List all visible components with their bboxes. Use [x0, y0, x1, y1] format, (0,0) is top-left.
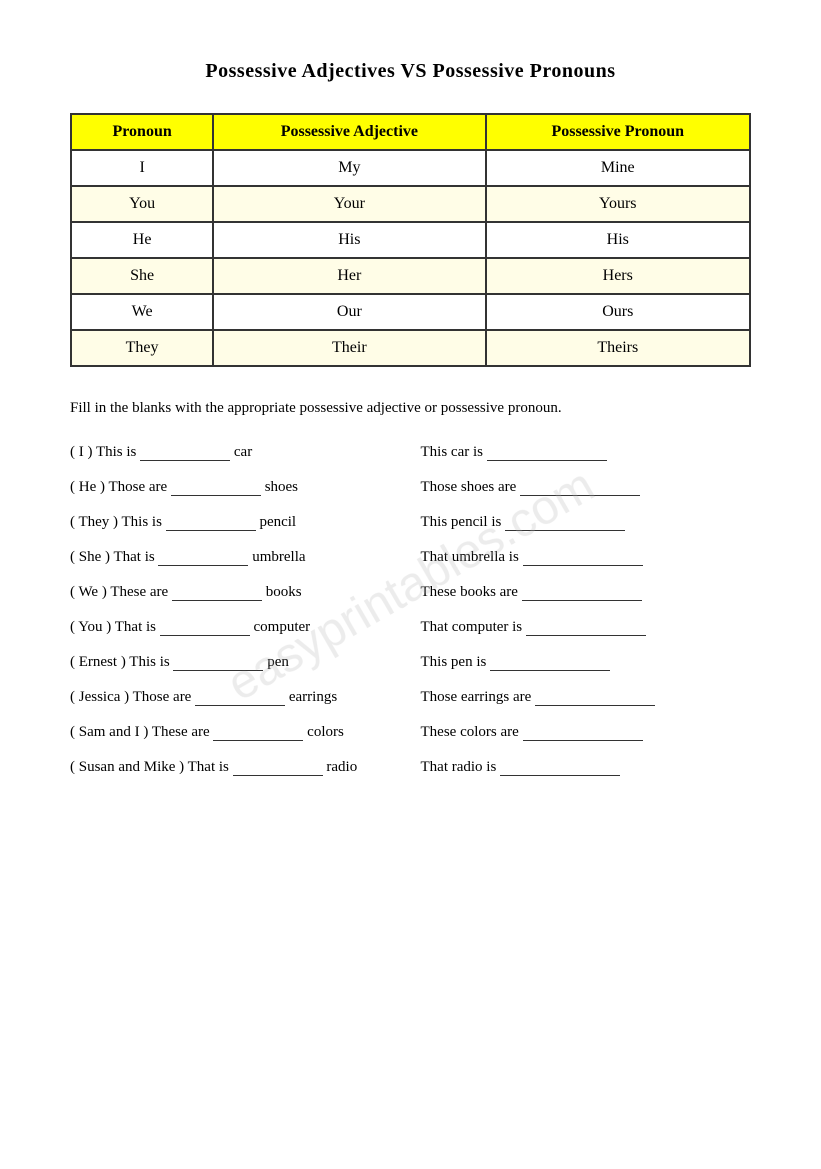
exercise-right: This pen is [421, 654, 752, 671]
blank-line [523, 726, 643, 741]
exercise-right: Those earrings are [421, 689, 752, 706]
table-row: WeOurOurs [71, 294, 750, 330]
exercise-row: ( We ) These are books These books are [70, 584, 751, 601]
exercise-right: That radio is [421, 759, 752, 776]
table-cell: Their [213, 330, 485, 366]
blank-line [487, 446, 607, 461]
blank-line [233, 761, 323, 776]
exercise-right: This car is [421, 444, 752, 461]
exercise-row: ( I ) This is car This car is [70, 444, 751, 461]
blank-line [195, 691, 285, 706]
exercise-row: ( They ) This is pencil This pencil is [70, 514, 751, 531]
blank-line [500, 761, 620, 776]
table-cell: His [486, 222, 750, 258]
exercise-left: ( They ) This is pencil [70, 514, 401, 531]
exercise-row: ( He ) Those are shoes Those shoes are [70, 479, 751, 496]
table-cell: Your [213, 186, 485, 222]
blank-line [520, 481, 640, 496]
table-row: TheyTheirTheirs [71, 330, 750, 366]
table-header: Possessive Adjective [213, 114, 485, 150]
table-header: Possessive Pronoun [486, 114, 750, 150]
table-cell: Her [213, 258, 485, 294]
exercise-right: These colors are [421, 724, 752, 741]
exercise-left: ( We ) These are books [70, 584, 401, 601]
table-cell: Our [213, 294, 485, 330]
exercise-row: ( Susan and Mike ) That is radio That rad… [70, 759, 751, 776]
exercise-row: ( She ) That is umbrella That umbrella is [70, 549, 751, 566]
blank-line [171, 481, 261, 496]
exercise-row: ( Sam and I ) These are colors These colo… [70, 724, 751, 741]
instructions-text: Fill in the blanks with the appropriate … [70, 397, 751, 420]
table-cell: Hers [486, 258, 750, 294]
blank-line [166, 516, 256, 531]
blank-line [213, 726, 303, 741]
table-header: Pronoun [71, 114, 213, 150]
table-cell: They [71, 330, 213, 366]
exercise-right: This pencil is [421, 514, 752, 531]
blank-line [140, 446, 230, 461]
exercise-right: That umbrella is [421, 549, 752, 566]
blank-line [526, 621, 646, 636]
table-cell: We [71, 294, 213, 330]
blank-line [522, 586, 642, 601]
grammar-table: PronounPossessive AdjectivePossessive Pr… [70, 113, 751, 367]
exercise-left: ( Ernest ) This is pen [70, 654, 401, 671]
blank-line [535, 691, 655, 706]
blank-line [158, 551, 248, 566]
exercise-right: These books are [421, 584, 752, 601]
page-title: Possessive Adjectives VS Possessive Pron… [70, 60, 751, 83]
exercise-row: ( Jessica ) Those are earrings Those earr… [70, 689, 751, 706]
blank-line [523, 551, 643, 566]
table-row: HeHisHis [71, 222, 750, 258]
exercise-right: Those shoes are [421, 479, 752, 496]
table-cell: She [71, 258, 213, 294]
table-cell: His [213, 222, 485, 258]
table-row: SheHerHers [71, 258, 750, 294]
table-cell: You [71, 186, 213, 222]
blank-line [173, 656, 263, 671]
table-row: YouYourYours [71, 186, 750, 222]
exercise-right: That computer is [421, 619, 752, 636]
table-cell: Ours [486, 294, 750, 330]
table-row: IMyMine [71, 150, 750, 186]
blank-line [505, 516, 625, 531]
exercise-left: ( She ) That is umbrella [70, 549, 401, 566]
exercise-left: ( He ) Those are shoes [70, 479, 401, 496]
exercise-left: ( I ) This is car [70, 444, 401, 461]
exercise-left: ( Susan and Mike ) That is radio [70, 759, 401, 776]
table-cell: Mine [486, 150, 750, 186]
exercise-row: ( You ) That is computer That computer is [70, 619, 751, 636]
table-cell: Yours [486, 186, 750, 222]
blank-line [172, 586, 262, 601]
table-cell: I [71, 150, 213, 186]
exercise-row: ( Ernest ) This is pen This pen is [70, 654, 751, 671]
blank-line [160, 621, 250, 636]
exercises-container: ( I ) This is car This car is ( He ) Thos… [70, 444, 751, 776]
exercise-left: ( Sam and I ) These are colors [70, 724, 401, 741]
table-cell: My [213, 150, 485, 186]
table-cell: He [71, 222, 213, 258]
table-cell: Theirs [486, 330, 750, 366]
blank-line [490, 656, 610, 671]
exercise-left: ( Jessica ) Those are earrings [70, 689, 401, 706]
exercise-left: ( You ) That is computer [70, 619, 401, 636]
